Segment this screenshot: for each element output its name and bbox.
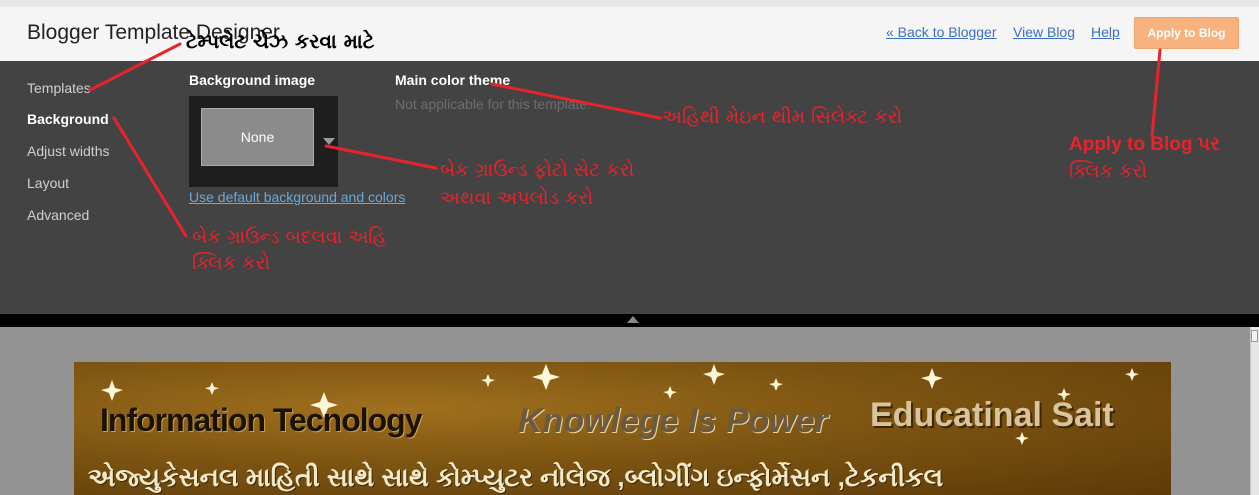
back-to-blogger-link[interactable]: « Back to Blogger: [886, 24, 997, 40]
main-color-theme-title: Main color theme: [395, 72, 511, 88]
sidebar-item-advanced[interactable]: Advanced: [27, 207, 89, 223]
banner-title-it: Information Tecnology: [100, 402, 423, 438]
annotation-templates: ટેમ્પલેટ ચેઝ કરવા માટે: [186, 29, 375, 53]
blog-header-banner: Information Tecnology Knowlege Is Power …: [74, 362, 1171, 495]
background-image-picker[interactable]: None: [189, 96, 338, 187]
annotation-bg-image-1: બેક ગ્રાઉન્ડ ફોટો સેટ કરો: [440, 159, 635, 181]
apply-to-blog-button[interactable]: Apply to Blog: [1134, 17, 1239, 49]
sidebar-item-background[interactable]: Background: [27, 111, 109, 127]
annotation-apply-1: Apply to Blog પર: [1069, 134, 1220, 155]
use-default-background-link[interactable]: Use default background and colors: [189, 189, 405, 205]
sidebar-item-layout[interactable]: Layout: [27, 175, 69, 191]
annotation-apply-2: ક્લિક કરો: [1069, 160, 1148, 182]
banner-title-knowledge: Knowlege Is Power: [518, 402, 828, 440]
sidebar-item-adjust-widths[interactable]: Adjust widths: [27, 143, 109, 159]
help-link[interactable]: Help: [1091, 24, 1120, 40]
dropdown-arrow-icon[interactable]: [323, 138, 335, 145]
collapse-arrow-icon[interactable]: [627, 316, 639, 323]
preview-scrollbar[interactable]: [1250, 327, 1259, 495]
theme-not-applicable-text: Not applicable for this template.: [395, 96, 592, 112]
sidebar-item-templates[interactable]: Templates: [27, 80, 91, 96]
view-blog-link[interactable]: View Blog: [1013, 24, 1075, 40]
banner-subtitle: એજ્યુકેસનલ માહિતી સાથે સાથે કોમ્પ્યુટર ન…: [88, 462, 944, 492]
scroll-up-icon[interactable]: [1251, 330, 1258, 342]
background-image-title: Background image: [189, 72, 316, 88]
annotation-background-2: ક્લિક કરો: [192, 252, 271, 274]
annotation-theme: અહિથી મેઇન થીમ સિલેક્ટ કરો: [662, 106, 903, 128]
banner-title-educational: Educatinal Sait: [870, 396, 1114, 434]
annotation-background-1: બેક ગ્રાઉન્ડ બદલવા અહિ: [192, 226, 387, 248]
annotation-bg-image-2: અથવા અપલોડ કરો: [440, 187, 594, 209]
background-image-swatch[interactable]: None: [201, 108, 314, 166]
